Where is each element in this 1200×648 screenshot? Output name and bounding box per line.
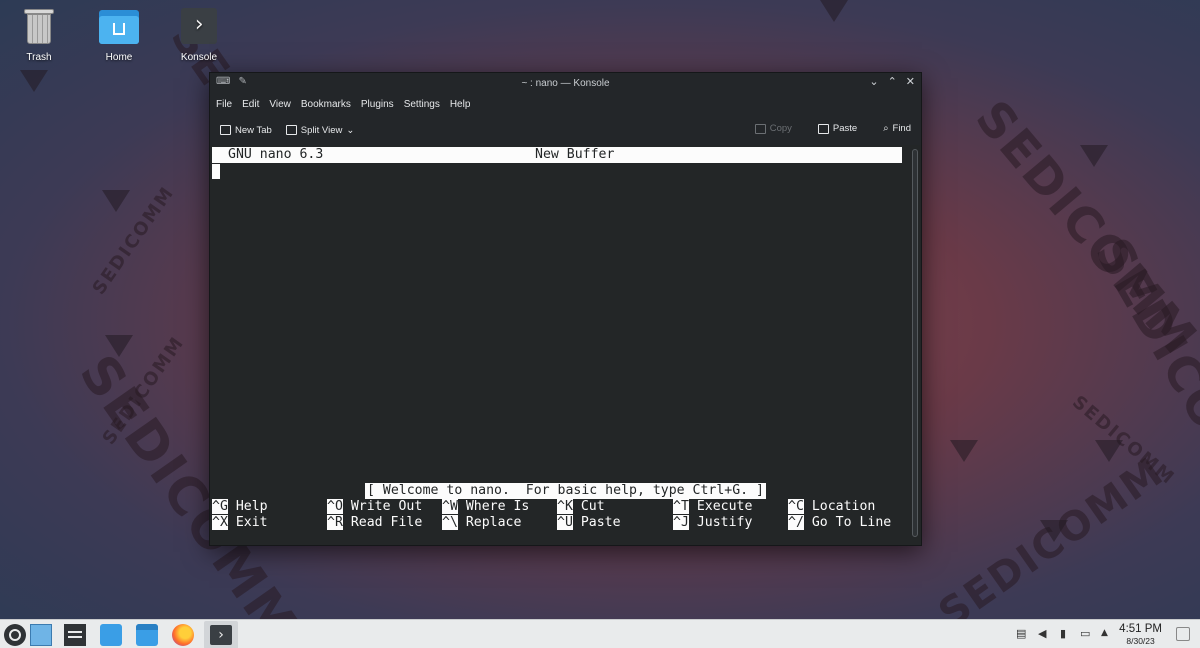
clock-time: 4:51 PM [1119, 623, 1162, 635]
menu-bar: File Edit View Bookmarks Plugins Setting… [210, 93, 921, 115]
shortcut-exit: ^X Exit [212, 515, 268, 530]
text-cursor [212, 164, 220, 179]
wallpaper-logo-text: SEDICOMM [930, 448, 1173, 638]
minimize-chevron-icon[interactable]: ⌄ [869, 75, 878, 88]
new-tab-label: New Tab [235, 124, 272, 136]
taskbar-konsole-button[interactable]: › [204, 621, 238, 648]
menu-plugins[interactable]: Plugins [361, 99, 402, 110]
nano-version: GNU nano 6.3 [228, 147, 324, 162]
find-button[interactable]: ⌕ Find [883, 123, 911, 134]
clock-date: 8/30/23 [1126, 636, 1155, 646]
paste-label: Paste [832, 123, 858, 134]
split-view-icon [285, 125, 297, 135]
terminal-area[interactable]: GNU nano 6.3 New Buffer [ Welcome to nan… [210, 145, 921, 545]
clipboard-icon[interactable]: ▤ [1016, 627, 1026, 640]
shortcut-where-is: ^W Where Is [442, 499, 530, 514]
menu-settings[interactable]: Settings [404, 99, 448, 110]
terminal-icon: › [179, 6, 219, 46]
buffer-name: New Buffer [535, 147, 615, 162]
shortcut-paste: ^U Paste [557, 515, 621, 530]
toolbar: New Tab Split View ⌄ Copy Paste ⌕ Find [210, 115, 921, 145]
shortcut-cut: ^K Cut [557, 499, 605, 514]
new-tab-button[interactable]: New Tab [220, 125, 272, 136]
window-title: ~ : nano — Konsole [521, 77, 610, 89]
chevron-down-icon: ⌄ [346, 124, 355, 136]
network-icon[interactable]: ▭ [1080, 627, 1090, 640]
peek-desktop-icon[interactable] [1176, 627, 1190, 641]
konsole-window: ⌨ ✎ ~ : nano — Konsole ⌄ ⌃ ✕ File Edit V… [209, 72, 922, 546]
shortcut-location: ^C Location [788, 499, 876, 514]
shortcut-justify: ^J Justify [673, 515, 753, 530]
menu-view[interactable]: View [269, 99, 299, 110]
shortcut-row: ^X Exit ^R Read File ^\ Replace ^U Paste… [212, 515, 912, 531]
nano-shortcuts: ^G Help ^O Write Out ^W Where Is ^K Cut … [212, 499, 912, 531]
chevron-up-icon[interactable]: ▲ [1101, 628, 1108, 638]
terminal-icon: › [210, 625, 232, 645]
copy-icon [754, 123, 766, 134]
new-tab-icon [220, 125, 231, 135]
taskbar: › ▤ ◀ ▮ ▭ ▲ 4:51 PM 8/30/23 [0, 619, 1200, 648]
shortcut-help: ^G Help [212, 499, 268, 514]
terminal-scrollbar[interactable] [912, 149, 918, 537]
volume-icon[interactable]: ◀ [1038, 627, 1046, 640]
discover-store-icon[interactable] [100, 624, 122, 646]
paste-button[interactable]: Paste [817, 123, 858, 134]
clock[interactable]: 4:51 PM 8/30/23 [1119, 623, 1162, 646]
app-menu-icon[interactable]: ⌨ [216, 76, 230, 87]
shortcut-row: ^G Help ^O Write Out ^W Where Is ^K Cut … [212, 499, 912, 515]
menu-edit[interactable]: Edit [242, 99, 267, 110]
firefox-icon[interactable] [172, 624, 194, 646]
close-icon[interactable]: ✕ [906, 75, 915, 88]
home-folder-icon [99, 6, 139, 46]
shortcut-replace: ^\ Replace [442, 515, 522, 530]
split-view-button[interactable]: Split View ⌄ [285, 124, 355, 136]
desktop-icon-konsole[interactable]: › Konsole [164, 6, 234, 63]
shortcut-go-to-line: ^/ Go To Line [788, 515, 892, 530]
nano-title-bar: GNU nano 6.3 New Buffer [212, 147, 902, 163]
menu-bookmarks[interactable]: Bookmarks [301, 99, 359, 110]
shortcut-write-out: ^O Write Out [327, 499, 423, 514]
status-message: [ Welcome to nano. For basic help, type … [365, 483, 766, 499]
removable-device-icon[interactable]: ▮ [1060, 627, 1066, 640]
maximize-chevron-icon[interactable]: ⌃ [888, 75, 897, 88]
menu-help[interactable]: Help [450, 99, 479, 110]
desktop-icon-home[interactable]: Home [84, 6, 154, 63]
show-desktop-icon[interactable] [30, 624, 52, 646]
desktop-icon-label: Home [105, 52, 133, 63]
pin-icon[interactable]: ✎ [238, 76, 246, 87]
shortcut-execute: ^T Execute [673, 499, 753, 514]
title-bar[interactable]: ⌨ ✎ ~ : nano — Konsole ⌄ ⌃ ✕ [210, 73, 921, 93]
search-icon: ⌕ [883, 123, 889, 134]
menu-file[interactable]: File [216, 99, 240, 110]
shortcut-read-file: ^R Read File [327, 515, 423, 530]
paste-icon [817, 123, 829, 134]
copy-button[interactable]: Copy [754, 123, 792, 134]
find-label: Find [892, 123, 911, 134]
desktop-icon-label: Trash [26, 52, 52, 63]
system-settings-icon[interactable] [64, 624, 86, 646]
trash-icon [19, 6, 59, 46]
file-manager-icon[interactable] [136, 624, 158, 646]
desktop-icon-trash[interactable]: Trash [4, 6, 74, 63]
copy-label: Copy [769, 123, 792, 134]
desktop-icon-label: Konsole [180, 52, 218, 63]
split-view-label: Split View [300, 124, 343, 136]
application-launcher-icon[interactable] [4, 624, 26, 646]
